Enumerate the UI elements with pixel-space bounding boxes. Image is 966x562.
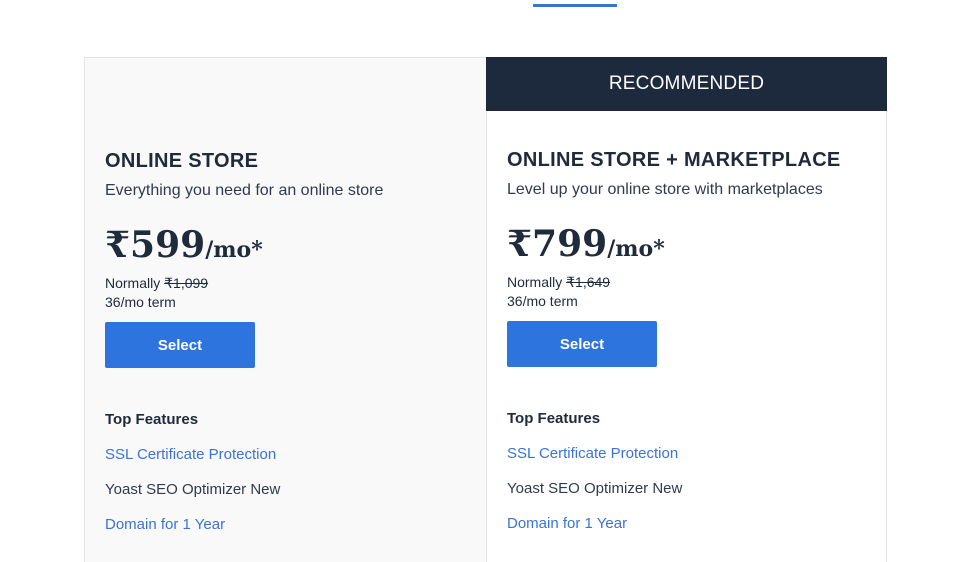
normally-price: ₹1,649 — [566, 274, 611, 290]
plan-description: Level up your online store with marketpl… — [507, 181, 823, 198]
normal-price: Normally ₹1,099 — [105, 274, 466, 293]
feature-domain-link[interactable]: Domain for 1 Year — [105, 515, 466, 535]
feature-yoast: Yoast SEO Optimizer New — [507, 480, 683, 497]
plan-name: ONLINE STORE — [105, 150, 259, 172]
normally-label: Normally — [507, 274, 563, 290]
feature-domain-link[interactable]: Domain for 1 Year — [507, 514, 866, 534]
price-period: /mo* — [205, 237, 263, 263]
plan-body: ONLINE STORE + MARKETPLACE Level up your… — [507, 148, 866, 534]
normal-price: Normally ₹1,649 — [507, 273, 866, 292]
plan-name: ONLINE STORE + MARKETPLACE — [507, 149, 841, 171]
plan-term: 36/mo term — [105, 294, 176, 310]
plan-price: ₹599 — [105, 224, 206, 266]
price-row: ₹799 /mo* — [507, 223, 866, 265]
plan-description: Everything you need for an online store — [105, 182, 384, 199]
price-period: /mo* — [607, 236, 665, 262]
normally-label: Normally — [105, 275, 161, 291]
plan-price: ₹799 — [507, 223, 608, 265]
recommended-badge: RECOMMENDED — [486, 57, 887, 111]
top-features-title: Top Features — [507, 410, 601, 427]
plan-card-online-store-marketplace: RECOMMENDED ONLINE STORE + MARKETPLACE L… — [486, 57, 887, 562]
select-button-online-store-marketplace[interactable]: Select — [507, 321, 657, 367]
normally-price: ₹1,099 — [164, 275, 209, 291]
feature-ssl-link[interactable]: SSL Certificate Protection — [105, 445, 466, 465]
active-tab-indicator — [533, 4, 617, 7]
select-button-online-store[interactable]: Select — [105, 322, 255, 368]
feature-yoast: Yoast SEO Optimizer New — [105, 481, 281, 498]
feature-ssl-link[interactable]: SSL Certificate Protection — [507, 444, 866, 464]
price-row: ₹599 /mo* — [105, 224, 466, 266]
plan-card-online-store: ONLINE STORE Everything you need for an … — [84, 57, 486, 562]
pricing-plans: ONLINE STORE Everything you need for an … — [84, 57, 887, 562]
plan-body: ONLINE STORE Everything you need for an … — [105, 149, 466, 535]
top-features-title: Top Features — [105, 411, 199, 428]
plan-term: 36/mo term — [507, 293, 578, 309]
